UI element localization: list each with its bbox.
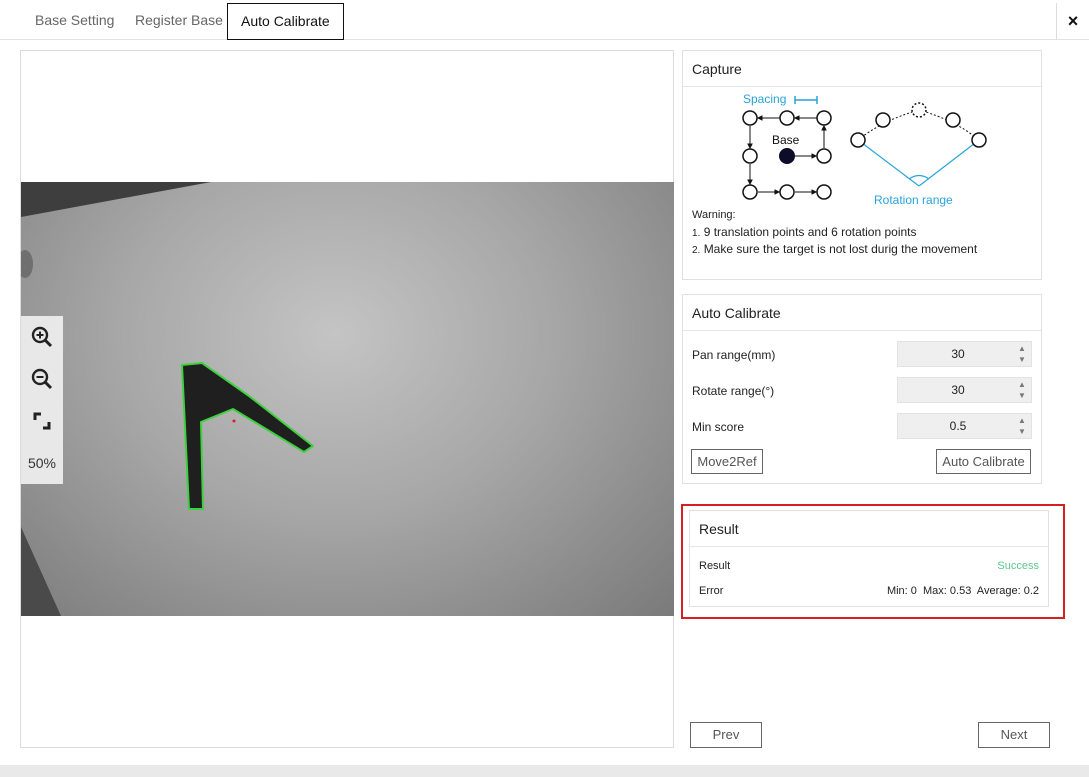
base-label: Base	[772, 133, 800, 147]
dark-corner-bottom	[21, 527, 61, 616]
pan-range-label: Pan range(mm)	[692, 348, 776, 362]
close-button[interactable]: ×	[1056, 3, 1089, 40]
chevron-up-icon[interactable]: ▲	[1014, 415, 1030, 426]
result-title: Result	[690, 511, 1048, 547]
tab-auto-calibrate[interactable]: Auto Calibrate	[227, 3, 344, 40]
result-label: Result	[699, 560, 731, 572]
result-panel: Result Result Success Error Min: 0 Max: …	[689, 510, 1049, 607]
chevron-down-icon[interactable]: ▼	[1014, 354, 1030, 365]
chevron-down-icon[interactable]: ▼	[1014, 390, 1030, 401]
spacing-label: Spacing	[743, 92, 786, 106]
rotation-range-label: Rotation range	[874, 193, 953, 207]
camera-image: 50%	[21, 182, 674, 616]
base-point	[779, 148, 795, 164]
auto-calibrate-button[interactable]: Auto Calibrate	[936, 449, 1031, 474]
prev-button[interactable]: Prev	[690, 722, 762, 748]
auto-calibrate-panel: Auto Calibrate Pan range(mm) 30 ▲ ▼ Rota…	[682, 294, 1042, 484]
zoom-out-icon[interactable]	[29, 366, 55, 392]
error-label: Error	[699, 585, 724, 597]
tab-base-setting[interactable]: Base Setting	[22, 3, 127, 40]
calibration-window: Base Setting Register Base Auto Calibrat…	[0, 0, 1089, 765]
capture-diagram: Spacing Base Rotation range	[742, 92, 987, 207]
result-status: Success	[997, 560, 1039, 572]
next-button[interactable]: Next	[978, 722, 1050, 748]
warning-title: Warning:	[692, 209, 736, 221]
image-viewer[interactable]: 50%	[20, 50, 674, 748]
warning-item-2: 2. Make sure the target is not lost duri…	[692, 242, 978, 256]
capture-panel: Capture Spacing Base Rotation range Warn…	[682, 50, 1042, 280]
chevron-up-icon[interactable]: ▲	[1014, 343, 1030, 354]
dark-corner-top	[21, 182, 211, 217]
rotate-range-value[interactable]: 30	[898, 378, 1018, 402]
chevron-up-icon[interactable]: ▲	[1014, 379, 1030, 390]
tab-register-base[interactable]: Register Base	[122, 3, 236, 40]
min-score-stepper[interactable]: 0.5 ▲ ▼	[897, 413, 1032, 439]
zoom-level: 50%	[27, 455, 57, 471]
close-icon: ×	[1067, 11, 1079, 31]
rotate-range-stepper[interactable]: 30 ▲ ▼	[897, 377, 1032, 403]
capture-title: Capture	[683, 51, 1041, 87]
chevron-down-icon[interactable]: ▼	[1014, 426, 1030, 437]
min-score-label: Min score	[692, 420, 745, 434]
error-value: Min: 0 Max: 0.53 Average: 0.2	[886, 585, 1039, 597]
pan-range-value[interactable]: 30	[898, 342, 1018, 366]
min-score-value[interactable]: 0.5	[898, 414, 1018, 438]
letter-a-contour	[181, 362, 314, 510]
zoom-toolbar: 50%	[21, 316, 63, 484]
camera-scene	[21, 182, 314, 616]
fit-icon[interactable]	[29, 408, 55, 434]
zoom-in-icon[interactable]	[29, 324, 55, 350]
shadow-blob	[21, 250, 33, 278]
warning-item-1: 1. 9 translation points and 6 rotation p…	[692, 225, 917, 239]
pan-range-stepper[interactable]: 30 ▲ ▼	[897, 341, 1032, 367]
rotate-range-label: Rotate range(°)	[692, 384, 775, 398]
move2ref-button[interactable]: Move2Ref	[691, 449, 763, 474]
tab-bar: Base Setting Register Base Auto Calibrat…	[0, 0, 1089, 40]
center-marker	[232, 419, 236, 423]
auto-calibrate-title: Auto Calibrate	[683, 295, 1041, 331]
